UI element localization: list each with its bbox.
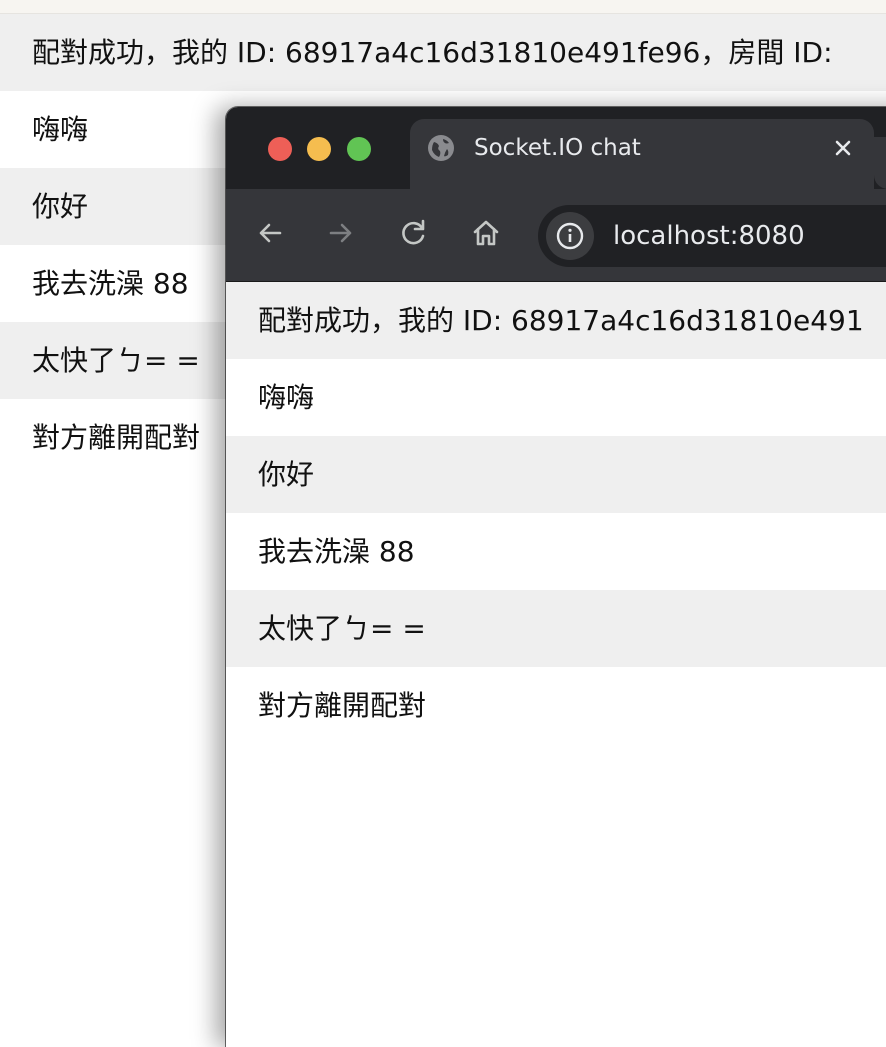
url-text: localhost:8080 bbox=[613, 221, 805, 251]
browser-toolbar: localhost:8080 bbox=[226, 189, 886, 282]
tab-title: Socket.IO chat bbox=[474, 135, 641, 161]
list-item: 太快了ㄅ= = bbox=[226, 590, 886, 667]
list-item: 對方離開配對 bbox=[226, 667, 886, 744]
back-arrow-icon[interactable] bbox=[253, 216, 287, 250]
tab-bar: Socket.IO chat bbox=[226, 107, 886, 189]
browser-window: Socket.IO chat localhost:8080 配對成功，我的 ID… bbox=[226, 107, 886, 1047]
list-item: 我去洗澡 88 bbox=[226, 513, 886, 590]
close-window-button[interactable] bbox=[268, 137, 292, 161]
site-info-button[interactable] bbox=[546, 212, 594, 260]
home-icon[interactable] bbox=[469, 216, 503, 250]
tab-corner bbox=[874, 137, 886, 189]
list-item: 配對成功，我的 ID: 68917a4c16d31810e491fe96，房間 … bbox=[0, 14, 886, 91]
globe-icon bbox=[428, 135, 454, 161]
list-item: 你好 bbox=[226, 436, 886, 513]
close-icon[interactable] bbox=[828, 133, 858, 163]
list-item: 配對成功，我的 ID: 68917a4c16d31810e491 bbox=[226, 282, 886, 359]
list-item: 嗨嗨 bbox=[226, 359, 886, 436]
chat-message-list: 配對成功，我的 ID: 68917a4c16d31810e491 嗨嗨 你好 我… bbox=[226, 282, 886, 744]
forward-arrow-icon[interactable] bbox=[324, 216, 358, 250]
reload-icon[interactable] bbox=[397, 216, 431, 250]
window-top-edge bbox=[0, 0, 886, 14]
address-bar[interactable]: localhost:8080 bbox=[538, 205, 886, 267]
zoom-window-button[interactable] bbox=[347, 137, 371, 161]
info-icon bbox=[556, 222, 584, 250]
minimize-window-button[interactable] bbox=[307, 137, 331, 161]
tab-socket-io-chat[interactable]: Socket.IO chat bbox=[410, 119, 874, 189]
